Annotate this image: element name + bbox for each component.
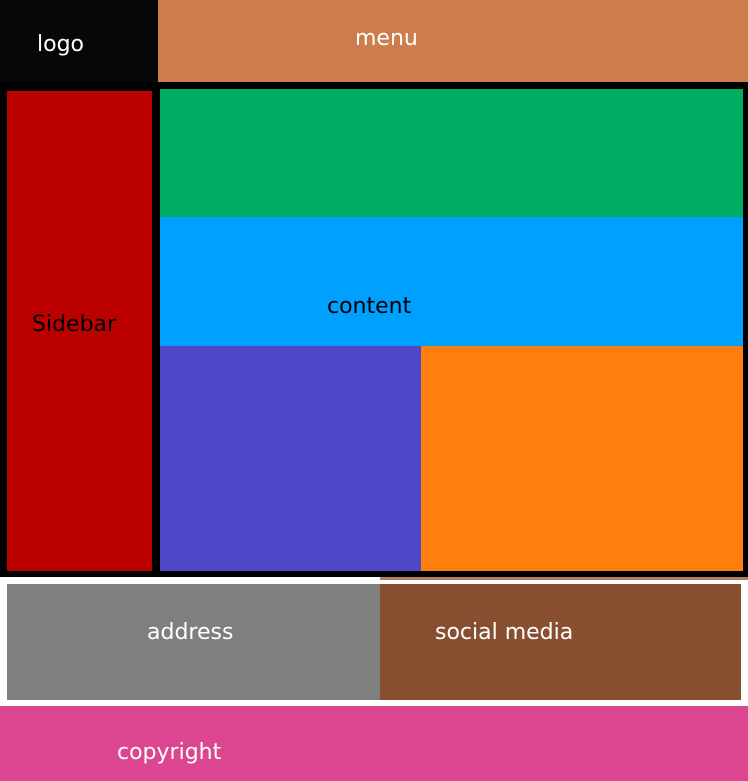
social-media-label: social media [435,620,574,645]
copyright-label: copyright [117,740,222,765]
content-blue-block [160,217,743,346]
content-green-block [160,89,743,217]
content-orange-block [421,346,743,571]
menu-block [158,0,748,82]
sidebar-label: Sidebar [32,312,117,337]
content-purple-block [160,346,421,571]
content-label: content [327,294,412,319]
logo-label: logo [37,32,84,57]
footer-top-edge [380,577,748,580]
menu-label: menu [355,26,418,51]
address-label: address [147,620,234,645]
copyright-block [0,706,748,781]
